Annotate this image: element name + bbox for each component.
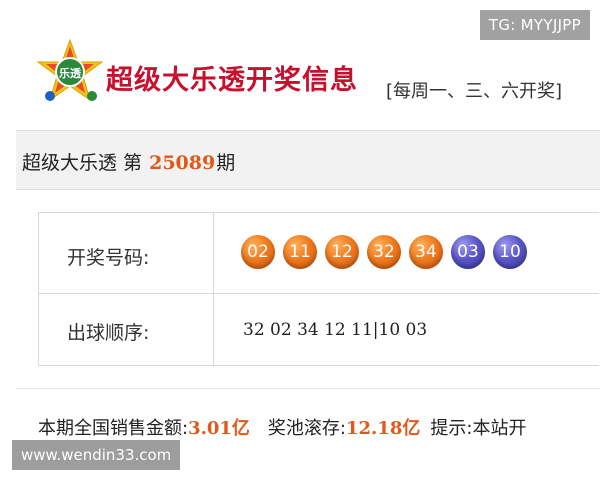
tip-label: 提示:本站开 [430, 418, 527, 439]
issue-number: 25089 [149, 152, 216, 174]
front-ball: 02 [241, 235, 275, 269]
winning-numbers-label-cell: 开奖号码: [39, 213, 214, 293]
issue-suffix: 期 [216, 152, 236, 174]
issue-prefix: 超级大乐透 第 [22, 152, 149, 174]
issue-bar: 超级大乐透 第 25089期 [16, 130, 600, 190]
site-watermark: www.wendin33.com [12, 440, 181, 470]
front-ball: 11 [283, 235, 317, 269]
pool-value: 12.18亿 [346, 418, 421, 439]
front-ball: 12 [325, 235, 359, 269]
sales-summary: 本期全国销售金额:3.01亿 奖池滚存:12.18亿 提示:本站开 [38, 414, 526, 440]
draw-schedule: [每周一、三、六开奖] [386, 81, 563, 102]
lotto-logo-icon: 乐透 [36, 38, 104, 108]
front-ball: 32 [367, 235, 401, 269]
winning-numbers-label: 开奖号码: [67, 247, 150, 269]
back-ball: 03 [451, 235, 485, 269]
pool-label: 奖池滚存: [267, 418, 346, 439]
ball-list: 02 11 12 32 34 03 10 [241, 235, 535, 271]
draw-order-label-cell: 出球顺序: [39, 294, 214, 365]
tg-badge: TG: MYYJJPP [479, 10, 590, 40]
front-ball: 34 [409, 235, 443, 269]
draw-order-value: 32 02 34 12 11|10 03 [243, 320, 428, 340]
issue-title: 超级大乐透 第 25089期 [22, 148, 235, 175]
sales-value: 3.01亿 [188, 418, 250, 439]
draw-order-label: 出球顺序: [67, 322, 150, 344]
winning-numbers-row: 开奖号码: 02 11 12 32 34 03 10 [39, 213, 599, 294]
back-ball: 10 [493, 235, 527, 269]
logo-text: 乐透 [59, 66, 82, 80]
draw-order-row: 出球顺序: 32 02 34 12 11|10 03 [39, 294, 599, 365]
sales-label: 本期全国销售金额: [38, 418, 189, 439]
divider [16, 388, 600, 389]
results-table: 开奖号码: 02 11 12 32 34 03 10 出球顺序: 32 02 3… [38, 212, 599, 366]
page-title: 超级大乐透开奖信息 [106, 65, 358, 96]
